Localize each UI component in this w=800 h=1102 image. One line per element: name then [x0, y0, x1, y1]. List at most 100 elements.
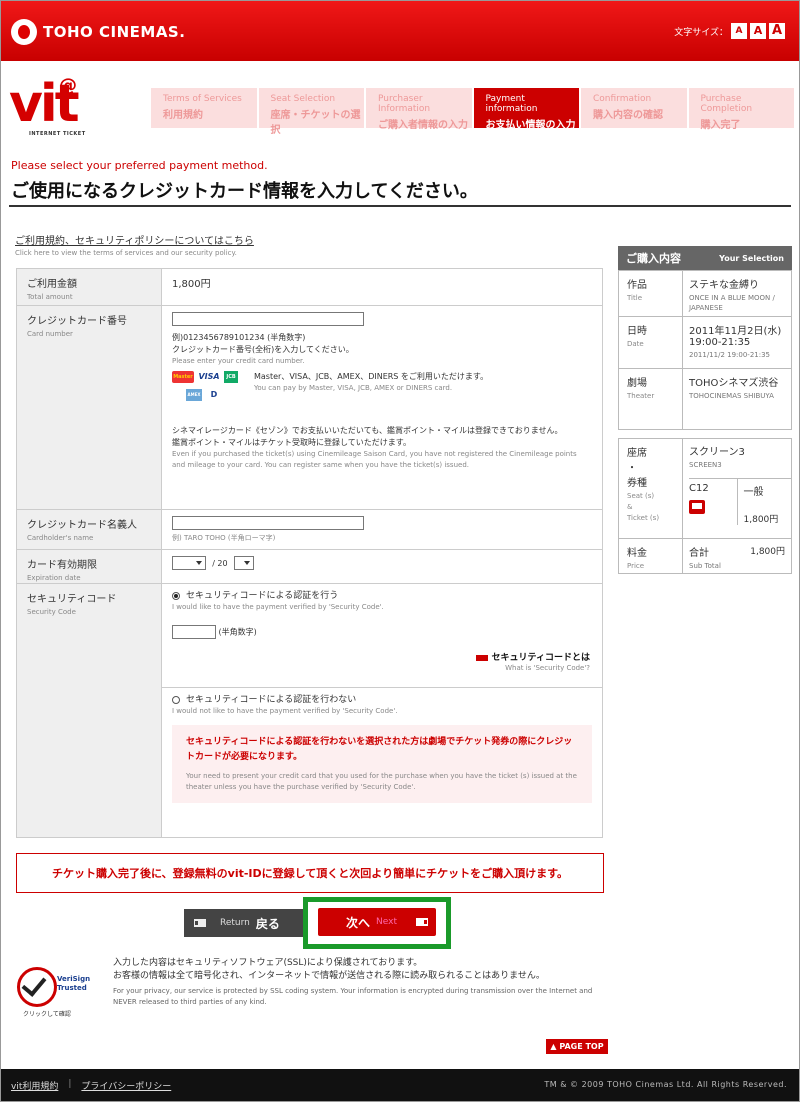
security-code-row: セキュリティコード Security Code セキュリティコードによる認証を行… — [17, 584, 602, 837]
step-label-ja: 購入内容の確認 — [593, 110, 663, 121]
security-warning-ja: セキュリティコードによる認証を行わないを選択された方は劇場でチケット発券の際にク… — [186, 737, 573, 762]
amount-row: ご利用金額 Total amount 1,800円 — [17, 269, 602, 306]
top-header: TOHO CINEMAS. 文字サイズ： A A A — [1, 1, 799, 61]
verisign-click-label: クリックして確認 — [23, 1011, 71, 1018]
security-skip-radio[interactable] — [172, 695, 180, 704]
label-en: Cardholder's name — [27, 534, 94, 542]
next-label-en: Next — [376, 917, 397, 927]
seat-number: C12 — [689, 483, 709, 494]
step-label-en: Seat Selection — [270, 94, 336, 104]
saison-note-1: シネマイレージカード《セゾン》でお支払いいただいても、鑑賞ポイント・マイルは登録… — [172, 426, 563, 435]
security-code-input[interactable] — [172, 625, 216, 639]
card-number-cell: 例)0123456789101234 (半角数字) クレジットカード番号(全桁)… — [162, 306, 602, 509]
expiry-row: カード有効期限 Expiration date / 20 — [17, 550, 602, 584]
label-en: Title — [627, 294, 643, 302]
security-skip-label[interactable]: セキュリティコードによる認証を行わない — [186, 695, 356, 705]
font-size-switcher: 文字サイズ： A A A — [674, 23, 785, 39]
ssl-line-1: 入力した内容はセキュリティソフトウェア(SSL)により保護されております。 — [113, 958, 423, 968]
security-verify-label[interactable]: セキュリティコードによる認証を行う — [186, 591, 338, 601]
card-number-input[interactable] — [172, 312, 364, 326]
page-title: ご使用になるクレジットカード情報を入力してください。 — [11, 181, 478, 202]
footer: vit利用規約 | プライバシーポリシー TM & © 2009 TOHO Ci… — [1, 1069, 799, 1101]
summary-title-row: 作品 Title ステキな金縛り ONCE IN A BLUE MOON / JAP… — [619, 271, 791, 317]
expiry-separator: / 20 — [212, 559, 228, 568]
next-button[interactable]: 次へ Next — [318, 908, 436, 936]
label-en: Ticket (s) — [627, 514, 660, 522]
label-en: Expiration date — [27, 574, 81, 582]
page-frame: TOHO CINEMAS. 文字サイズ： A A A vit @ INTERNE… — [0, 0, 800, 1102]
verisign-text: VeriSign Trusted — [57, 975, 91, 992]
movie-title-en: ONCE IN A BLUE MOON / JAPANESE — [689, 294, 775, 312]
footer-terms-link[interactable]: vit利用規約 — [11, 1079, 58, 1092]
step-seat-selection: Seat Selection 座席・チケットの選択 — [258, 88, 364, 136]
label-en: Card number — [27, 330, 73, 338]
label-ja: 劇場 — [627, 378, 647, 389]
movie-title: ステキな金縛り — [689, 280, 759, 291]
card-number-row: クレジットカード番号 Card number 例)012345678910123… — [17, 306, 602, 510]
return-button[interactable]: Return 戻る — [184, 909, 306, 937]
brand-name: TOHO CINEMAS. — [43, 23, 186, 41]
page-top-button[interactable]: ▲ PAGE TOP — [546, 1039, 608, 1054]
label-ja: 日時 — [627, 326, 647, 337]
policy-link[interactable]: ご利用規約、セキュリティポリシーについてはこちら — [15, 232, 254, 247]
title-divider — [9, 205, 791, 207]
seat-box: 座席 ・ 券種 Seat (s) & Ticket (s) スクリーン3 SCR… — [618, 438, 792, 574]
security-option-1: セキュリティコードによる認証を行う I would like to have t… — [162, 584, 602, 688]
footer-privacy-link[interactable]: プライバシーポリシー — [81, 1079, 171, 1092]
step-label-en: Purchaser Information — [378, 94, 431, 114]
seat-detail: C12 一般 1,800円 — [689, 478, 791, 525]
label-en: Theater — [627, 392, 655, 400]
saison-note-en: Even if you purchased the ticket(s) usin… — [172, 450, 577, 469]
label-ja: クレジットカード名義人 — [27, 520, 137, 531]
cardholder-example: 例) TARO TOHO (半角ローマ字) — [172, 534, 276, 542]
policy-link-en: Click here to view the terms of services… — [15, 249, 237, 257]
font-size-small-button[interactable]: A — [731, 23, 747, 39]
card-number-example: 例)0123456789101234 (半角数字) — [172, 333, 306, 342]
step-label-en: Terms of Services — [163, 94, 242, 104]
expiry-month-select[interactable] — [172, 556, 206, 570]
font-size-medium-button[interactable]: A — [750, 23, 766, 39]
step-label-en: Confirmation — [593, 94, 652, 104]
step-label-ja: お支払い情報の入力 — [485, 120, 576, 131]
card-logos: Master VISA JCB AMEX D — [172, 371, 246, 401]
step-terms: Terms of Services 利用規約 — [151, 88, 257, 128]
purchase-summary-panel: ご購入内容 Your Selection 作品 Title ステキな金縛り ONCE… — [618, 246, 792, 574]
security-code-hint: (半角数字) — [218, 627, 257, 637]
return-label-ja: 戻る — [255, 916, 280, 931]
vit-id-banner[interactable]: チケット購入完了後に、登録無料のvit-IDに登録して頂くと次回より簡単にチケッ… — [16, 853, 604, 893]
cardholder-cell: 例) TARO TOHO (半角ローマ字) — [162, 510, 602, 549]
label-ja: ご利用金額 — [27, 279, 77, 290]
verisign-seal[interactable]: VeriSign Trusted クリックして確認 — [15, 967, 97, 1018]
subtotal-value: 1,800円 — [750, 547, 785, 557]
security-warning-en: Your need to present your credit card th… — [186, 772, 577, 791]
toho-cinemas-logo[interactable]: TOHO CINEMAS. — [11, 19, 185, 45]
step-label-en: Purchase Completion — [700, 94, 753, 114]
step-confirmation: Confirmation 購入内容の確認 — [581, 88, 687, 128]
step-purchaser-info: Purchaser Information ご購入者情報の入力 — [366, 88, 472, 131]
cardholder-input[interactable] — [172, 516, 364, 530]
security-code-info-link[interactable]: セキュリティコードとは — [492, 653, 590, 663]
card-brands-text: Master、VISA、JCB、AMEX、DINERS をご利用いただけます。 — [254, 372, 489, 381]
diners-icon: D — [210, 390, 218, 399]
card-brands: Master VISA JCB AMEX D Master、VISA、JCB、AMEX… — [172, 371, 592, 401]
saison-note-2: 鑑賞ポイント・マイルはチケット受取時に登録していただけます。 — [172, 438, 411, 447]
progress-steps: Terms of Services 利用規約 Seat Selection 座席… — [151, 88, 794, 136]
summary-header-ja: ご購入内容 — [626, 252, 681, 265]
label-en: Security Code — [27, 608, 76, 616]
summary-theater-row: 劇場 Theater TOHOシネマズ渋谷 TOHOCINEMAS SHIBUYA — [619, 369, 791, 429]
screen-name-en: SCREEN3 — [689, 461, 722, 469]
expiry-year-select[interactable] — [233, 556, 254, 570]
summary-seat-row: 座席 ・ 券種 Seat (s) & Ticket (s) スクリーン3 SCR… — [619, 439, 791, 539]
flag-icon — [475, 654, 488, 661]
toho-logo-icon — [11, 19, 37, 45]
font-size-large-button[interactable]: A — [769, 23, 785, 39]
step-label-ja: 座席・チケットの選択 — [270, 110, 361, 136]
screen-name: スクリーン3 — [689, 447, 745, 458]
label-en: Date — [627, 340, 644, 348]
summary-date-row: 日時 Date 2011年11月2日(水) 19:00-21:35 2011/11/… — [619, 317, 791, 369]
card-number-hint-en: Please enter your credit card number. — [172, 357, 305, 365]
mastercard-icon: Master — [172, 371, 194, 383]
next-label-ja: 次へ — [346, 915, 371, 930]
next-button-highlight: 次へ Next — [303, 897, 451, 949]
security-verify-radio[interactable] — [172, 591, 180, 600]
